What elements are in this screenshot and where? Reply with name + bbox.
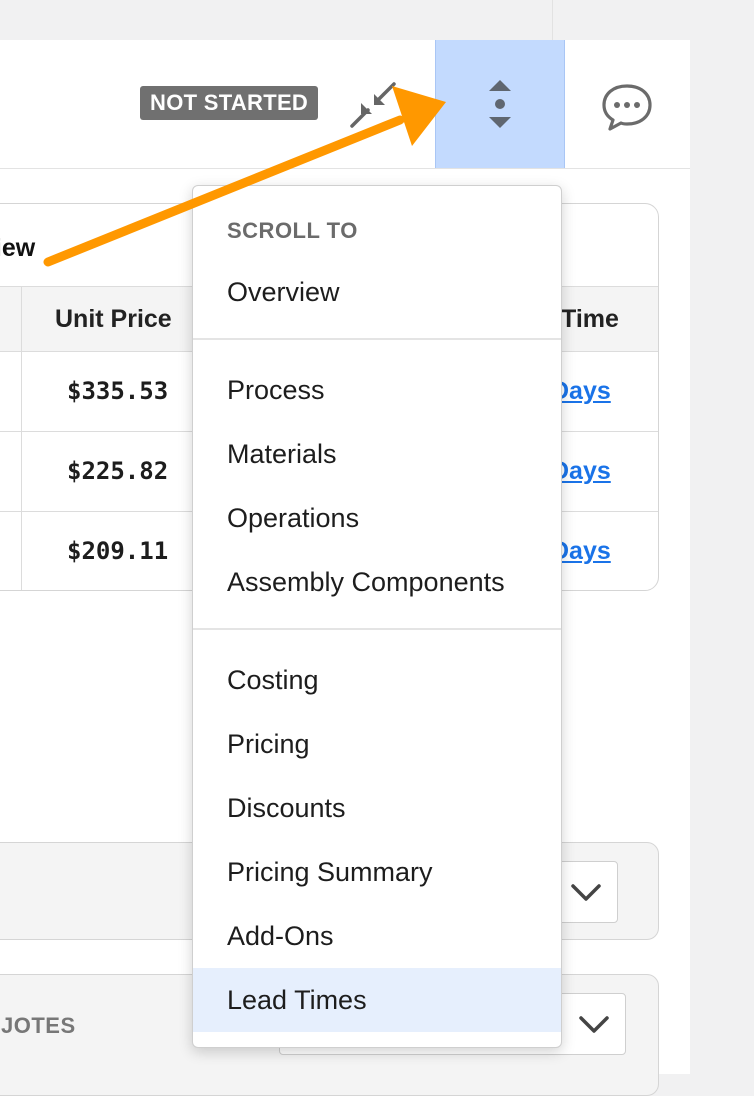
menu-item-lead-times[interactable]: Lead Times (193, 968, 561, 1032)
lead-time-header: Time (561, 305, 619, 333)
scroll-vertical-icon (489, 80, 511, 128)
menu-item-label: Pricing Summary (227, 857, 433, 887)
menu-item-process[interactable]: Process (193, 358, 561, 422)
unit-price-cell: $225.82 (67, 457, 169, 485)
menu-item-label: Assembly Components (227, 567, 505, 597)
menu-item-label: Add-Ons (227, 921, 334, 951)
scroll-to-button[interactable] (435, 40, 565, 168)
menu-item-add-ons[interactable]: Add-Ons (193, 904, 561, 968)
status-badge: NOT STARTED (140, 86, 319, 120)
top-divider (552, 0, 553, 40)
panel-header: NOT STARTED (0, 40, 690, 169)
chevron-down-icon (579, 1016, 609, 1033)
menu-item-label: Costing (227, 665, 319, 695)
collapse-arrows-icon (350, 82, 396, 128)
menu-item-label: Discounts (227, 793, 346, 823)
unit-price-header: Unit Price (55, 305, 172, 333)
menu-item-label: Process (227, 375, 325, 405)
menu-item-label: Overview (227, 277, 340, 307)
menu-item-assembly-components[interactable]: Assembly Components (193, 550, 561, 614)
menu-item-label: Pricing (227, 729, 310, 759)
menu-item-pricing[interactable]: Pricing (193, 712, 561, 776)
scroll-to-menu: SCROLL TO Overview Process Materials Ope… (192, 185, 562, 1048)
quotes-section-label: JOTES (1, 1013, 76, 1038)
menu-item-overview[interactable]: Overview (193, 260, 561, 324)
chevron-down-icon (571, 884, 601, 901)
menu-item-label: Materials (227, 439, 337, 469)
menu-item-materials[interactable]: Materials (193, 422, 561, 486)
unit-price-cell: $209.11 (67, 537, 169, 565)
menu-divider (193, 338, 561, 340)
menu-divider (193, 628, 561, 630)
comments-button[interactable] (598, 82, 656, 132)
overview-title: view (0, 234, 36, 262)
menu-item-label: Lead Times (227, 985, 367, 1015)
menu-item-operations[interactable]: Operations (193, 486, 561, 550)
unit-price-cell: $335.53 (67, 377, 169, 405)
menu-item-pricing-summary[interactable]: Pricing Summary (193, 840, 561, 904)
menu-item-label: Operations (227, 503, 360, 533)
menu-item-discounts[interactable]: Discounts (193, 776, 561, 840)
menu-heading: SCROLL TO (227, 218, 358, 243)
collapse-button[interactable] (346, 80, 400, 134)
menu-item-costing[interactable]: Costing (193, 648, 561, 712)
chat-bubble-icon (602, 84, 652, 131)
